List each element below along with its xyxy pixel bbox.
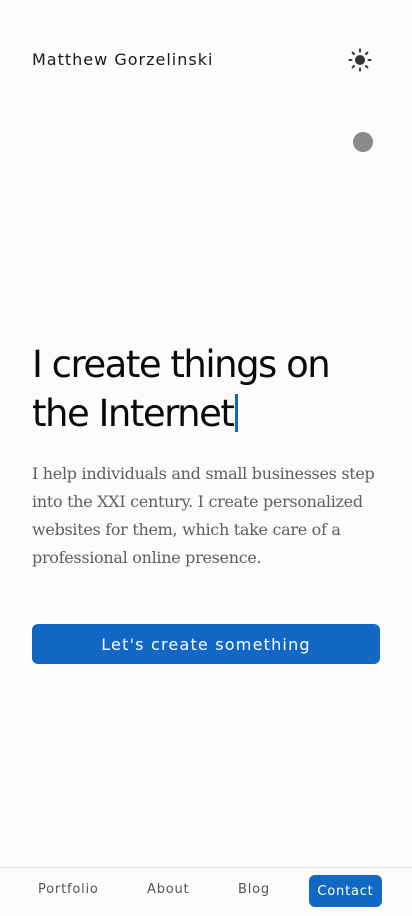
nav-item-blog[interactable]: Blog: [238, 882, 270, 897]
theme-toggle-button[interactable]: [345, 45, 375, 75]
decorative-dot: [353, 132, 373, 152]
nav-contact-button[interactable]: Contact: [309, 875, 382, 907]
hero-title: I create things on the Internet: [32, 340, 382, 438]
sun-icon: [348, 48, 372, 72]
hero-title-text: I create things on the Internet: [32, 343, 331, 435]
nav-item-portfolio[interactable]: Portfolio: [38, 882, 99, 897]
hero-description: I help individuals and small businesses …: [32, 464, 375, 567]
nav-item-about[interactable]: About: [147, 882, 189, 897]
typing-caret: [235, 394, 239, 432]
site-brand[interactable]: Matthew Gorzelinski: [32, 50, 213, 69]
cta-button[interactable]: Let's create something: [32, 624, 380, 664]
bottom-nav: Portfolio About Blog Contact: [0, 867, 412, 916]
